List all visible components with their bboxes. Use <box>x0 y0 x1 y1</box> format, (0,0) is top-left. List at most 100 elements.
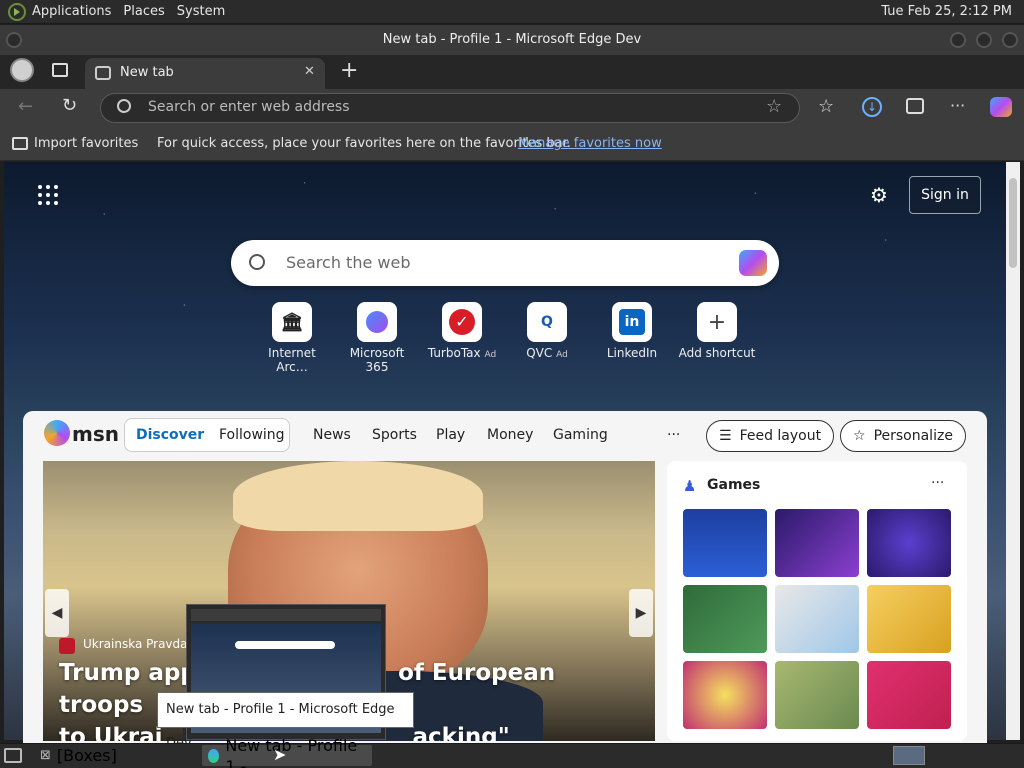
preview-search <box>235 641 335 649</box>
tab-discover[interactable]: Discover <box>136 427 204 443</box>
window-titlebar[interactable]: New tab - Profile 1 - Microsoft Edge Dev <box>0 25 1024 55</box>
downloads-icon[interactable]: ↓ <box>862 97 882 117</box>
qvc-icon: Q <box>527 302 567 342</box>
nav-play[interactable]: Play <box>436 427 465 443</box>
workspace-switcher[interactable] <box>893 746 925 765</box>
menu-applications[interactable]: Applications <box>26 0 117 24</box>
shortcut-linkedin[interactable]: in LinkedIn <box>592 302 672 360</box>
favorites-hint: For quick access, place your favorites h… <box>157 136 571 151</box>
tab-close-icon[interactable]: ✕ <box>304 64 315 79</box>
panel-clock[interactable]: Tue Feb 25, 2:12 PM <box>881 4 1024 19</box>
window-menu-icon[interactable] <box>6 32 22 48</box>
tab-new-tab[interactable]: New tab ✕ <box>85 58 325 89</box>
edge-icon <box>208 748 220 763</box>
task-boxes[interactable]: ⊠ [Boxes] <box>34 745 123 766</box>
search-icon <box>249 254 265 270</box>
feed-layout-button[interactable]: ☰ Feed layout <box>706 420 835 452</box>
shortcut-turbotax[interactable]: ✓ TurboTax Ad <box>422 302 502 360</box>
msn-logo-icon[interactable] <box>44 420 70 446</box>
nav-news[interactable]: News <box>313 427 351 443</box>
shortcut-microsoft-365[interactable]: Microsoft 365 <box>337 302 417 374</box>
tab-favicon-icon <box>95 66 111 80</box>
nav-sports[interactable]: Sports <box>372 427 417 443</box>
show-desktop-icon[interactable] <box>4 748 22 763</box>
address-bar[interactable]: Search or enter web address ☆ <box>100 93 800 123</box>
nav-gaming[interactable]: Gaming <box>553 427 608 443</box>
game-block-blast[interactable] <box>867 661 951 729</box>
address-input[interactable]: Search or enter web address <box>148 99 350 115</box>
window-tooltip: New tab - Profile 1 - Microsoft Edge Dev <box>157 692 414 751</box>
shortcut-add[interactable]: + Add shortcut <box>677 302 757 360</box>
carousel-prev-icon[interactable]: ◀ <box>45 589 69 637</box>
hero-photo-hair <box>233 461 483 531</box>
shortcut-internet-archive[interactable]: 🏛 Internet Arc… <box>252 302 332 374</box>
game-jigsaw-rabbit[interactable] <box>775 661 859 729</box>
games-more-icon[interactable]: ··· <box>931 475 944 491</box>
extensions-icon[interactable] <box>906 98 924 114</box>
web-search-input[interactable]: Search the web <box>286 253 410 272</box>
window-title: New tab - Profile 1 - Microsoft Edge Dev <box>382 32 642 47</box>
task-edge[interactable]: New tab - Profile 1 -... <box>202 736 372 768</box>
refresh-icon[interactable]: ↻ <box>62 95 77 116</box>
favorites-icon[interactable]: ☆ <box>818 96 834 117</box>
feed-layout-label: Feed layout <box>739 428 822 444</box>
menu-places[interactable]: Places <box>117 0 170 24</box>
page-settings-icon[interactable]: ⚙ <box>870 183 888 207</box>
game-block-sunglasses[interactable] <box>867 585 951 653</box>
linkedin-icon: in <box>612 302 652 342</box>
game-jewel[interactable] <box>683 661 767 729</box>
new-tab-button[interactable]: + <box>340 58 358 83</box>
msn-tab-group: Discover Following <box>124 418 290 452</box>
sign-in-button[interactable]: Sign in <box>909 176 981 214</box>
tab-label: New tab <box>120 65 174 80</box>
games-icon: ♟ <box>683 477 697 495</box>
back-icon[interactable]: ← <box>18 96 33 117</box>
import-favorites-icon <box>12 137 28 150</box>
minimize-icon[interactable] <box>950 32 966 48</box>
maximize-icon[interactable] <box>976 32 992 48</box>
copilot-search-icon[interactable] <box>739 250 767 276</box>
search-icon <box>117 99 131 113</box>
close-window-icon[interactable] <box>1002 32 1018 48</box>
game-arrow[interactable] <box>775 509 859 577</box>
game-mahjong[interactable] <box>683 585 767 653</box>
web-search-box[interactable]: Search the web <box>231 240 779 286</box>
shortcut-label: Add shortcut <box>678 346 756 360</box>
shortcut-label: Microsoft 365 <box>349 346 405 374</box>
game-stickman-thief[interactable] <box>775 585 859 653</box>
shortcut-label: Internet Arc… <box>268 346 316 374</box>
games-card: ♟ Games ··· <box>667 461 967 741</box>
shortcut-label: TurboTax <box>427 346 481 360</box>
scrollbar-thumb[interactable] <box>1009 178 1017 268</box>
shortcut-qvc[interactable]: Q QVC Ad <box>507 302 587 360</box>
personalize-button[interactable]: ☆ Personalize <box>840 420 966 452</box>
nav-money[interactable]: Money <box>487 427 533 443</box>
gnome-foot-icon[interactable] <box>8 2 26 21</box>
copilot-icon[interactable] <box>990 97 1012 117</box>
profile-avatar[interactable] <box>10 58 34 82</box>
favorite-star-icon[interactable]: ☆ <box>766 96 782 117</box>
carousel-next-icon[interactable]: ▶ <box>629 589 653 637</box>
source-logo-icon <box>59 638 75 654</box>
background-image <box>4 162 1006 422</box>
tab-actions-icon[interactable] <box>52 63 68 77</box>
msn-logo[interactable]: msn <box>72 422 119 446</box>
article-source: Ukrainska Pravda <box>83 637 188 651</box>
nav-more-icon[interactable]: ··· <box>667 427 680 443</box>
mouse-cursor: ➤ <box>273 745 287 764</box>
settings-more-icon[interactable]: ··· <box>950 96 965 115</box>
boxes-icon: ⊠ <box>40 748 51 763</box>
game-bubble-shooter[interactable] <box>867 509 951 577</box>
menu-system[interactable]: System <box>171 0 231 24</box>
games-title: Games <box>707 477 761 493</box>
manage-favorites-link[interactable]: Manage favorites now <box>518 136 662 151</box>
tab-following[interactable]: Following <box>219 427 285 443</box>
internet-archive-icon: 🏛 <box>272 302 312 342</box>
gnome-top-panel: Applications Places System Tue Feb 25, 2… <box>0 0 1024 24</box>
favorites-bar: Import favorites For quick access, place… <box>0 127 1024 161</box>
shortcut-label: QVC <box>526 346 553 360</box>
app-launcher-icon[interactable] <box>38 185 58 205</box>
ad-badge: Ad <box>484 350 497 360</box>
game-block-puzzle[interactable] <box>683 509 767 577</box>
import-favorites-button[interactable]: Import favorites <box>34 136 138 151</box>
